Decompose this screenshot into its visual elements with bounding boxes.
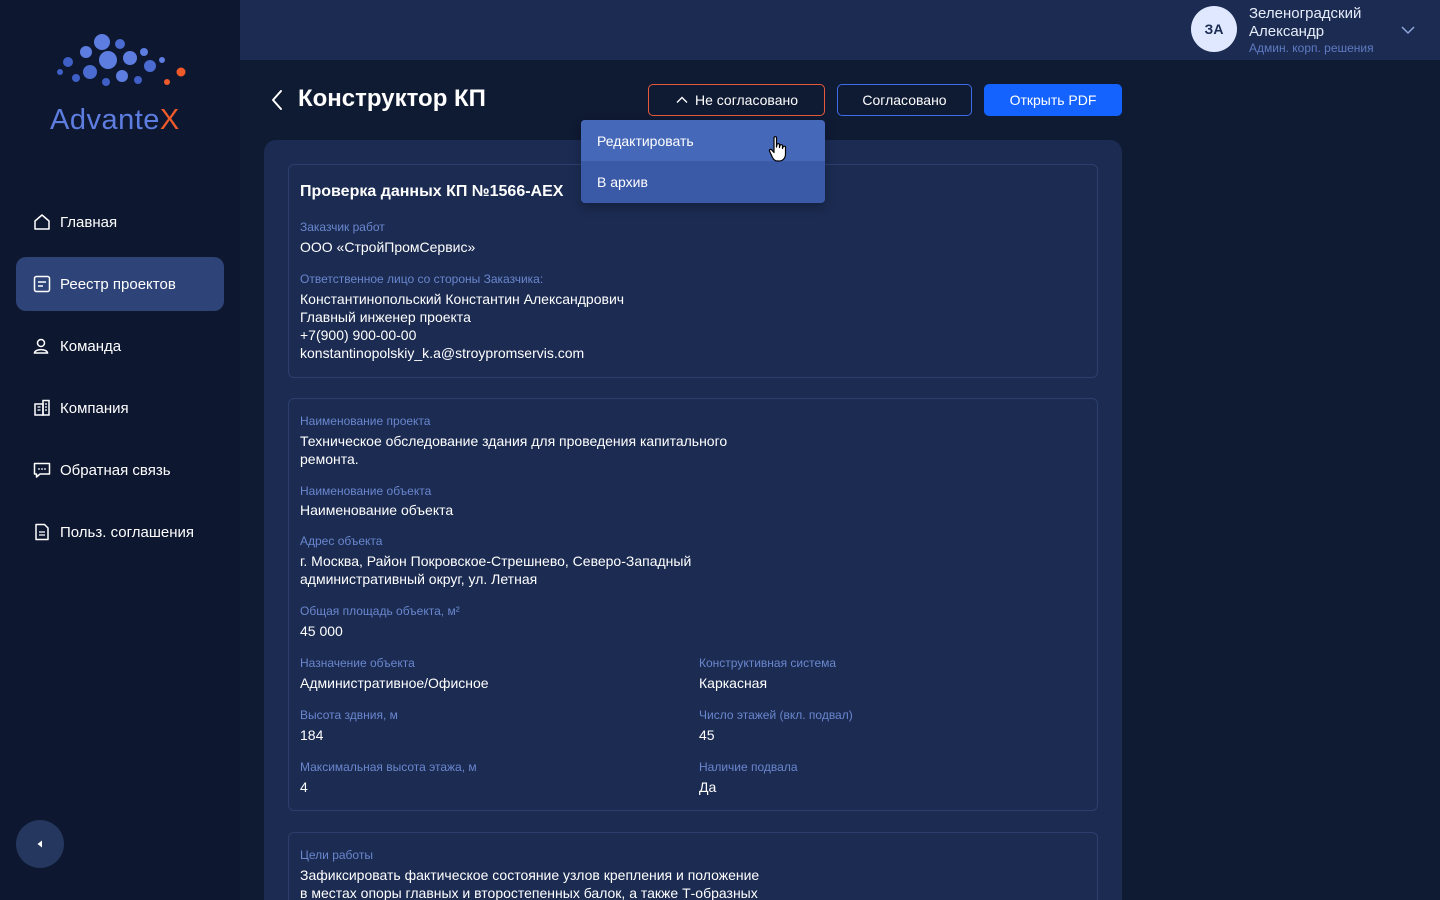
sidebar-item-label: Польз. соглашения: [60, 523, 194, 541]
sidebar-collapse-button[interactable]: [16, 820, 64, 868]
projects-registry-icon: [32, 274, 52, 294]
area-label: Общая площадь объекта, м²: [300, 604, 460, 618]
sidebar-item-team[interactable]: Команда: [16, 319, 224, 373]
goals-line: в местах опоры главных и второстепенных …: [300, 885, 758, 900]
goals-line: Зафиксировать фактическое состояние узло…: [300, 867, 760, 883]
goals-label: Цели работы: [300, 848, 373, 862]
chevron-down-icon[interactable]: [1400, 22, 1416, 38]
back-arrow-icon[interactable]: [268, 88, 288, 112]
project-name-line: ремонта.: [300, 451, 359, 467]
hand-pointer-cursor-icon: [768, 135, 790, 163]
project-name-line: Техническое обследование здания для пров…: [300, 433, 728, 449]
work-goals-card: Цели работы Зафиксировать фактическое со…: [288, 832, 1098, 900]
user-name: Зеленоградский Александр: [1249, 5, 1362, 40]
document-icon: [32, 522, 52, 542]
team-icon: [32, 336, 52, 356]
card-title: Проверка данных КП №1566-AEX: [300, 183, 564, 200]
sidebar-item-projects-registry[interactable]: Реестр проектов: [16, 257, 224, 311]
area-value: 45 000: [300, 623, 343, 639]
basement-label: Наличие подвала: [699, 760, 798, 774]
floors-value: 45: [699, 727, 715, 743]
sidebar-item-label: Команда: [60, 337, 122, 355]
address-line: г. Москва, Район Покровское-Стрешнево, С…: [300, 553, 692, 569]
menu-item-archive[interactable]: В архив: [581, 161, 825, 202]
sidebar: AdvanteX Главная Реестр проектов Команда…: [0, 0, 240, 900]
logo-text: AdvanteX: [50, 104, 180, 136]
feedback-chat-icon: [32, 460, 52, 480]
object-name-value: Наименование объекта: [300, 502, 454, 518]
sidebar-item-label: Обратная связь: [60, 461, 171, 479]
contact-phone: +7(900) 900-00-00: [300, 327, 417, 343]
contact-label: Ответственное лицо со стороны Заказчика:: [300, 272, 544, 286]
floors-label: Число этажей (вкл. подвал): [699, 708, 853, 722]
purpose-label: Назначение объекта: [300, 656, 415, 670]
agreed-button[interactable]: Согласовано: [837, 84, 972, 116]
avatar[interactable]: ЗА: [1191, 6, 1237, 52]
sidebar-item-label: Реестр проектов: [60, 275, 176, 293]
project-info-card: Наименование проекта Техническое обследо…: [288, 398, 1098, 811]
address-line: административный округ, ул. Летная: [300, 571, 538, 587]
customer-label: Заказчик работ: [300, 220, 385, 234]
height-label: Высота здвния, м: [300, 708, 398, 722]
logo-molecule-icon: [57, 34, 186, 86]
sidebar-nav: Главная Реестр проектов Команда Компания…: [16, 195, 224, 567]
height-value: 184: [300, 727, 324, 743]
address-label: Адрес объекта: [300, 534, 383, 548]
sidebar-item-label: Главная: [60, 213, 118, 231]
structure-value: Каркасная: [699, 675, 768, 691]
collapse-arrow-icon: [37, 840, 42, 848]
contact-name: Константинопольский Константин Александр…: [300, 291, 625, 307]
sidebar-item-feedback[interactable]: Обратная связь: [16, 443, 224, 497]
sidebar-item-agreements[interactable]: Польз. соглашения: [16, 505, 224, 559]
customer-value: ООО «СтройПромСервис»: [300, 239, 476, 255]
object-name-label: Наименование объекта: [300, 484, 432, 498]
company-building-icon: [32, 398, 52, 418]
page-title: Конструктор КП: [298, 85, 486, 112]
purpose-value: Административное/Офисное: [300, 675, 489, 691]
project-name-label: Наименование проекта: [300, 414, 431, 428]
user-role: Админ. корп. решения: [1249, 41, 1374, 55]
sidebar-item-company[interactable]: Компания: [16, 381, 224, 435]
structure-label: Конструктивная система: [699, 656, 837, 670]
max-floor-height-label: Максимальная высота этажа, м: [300, 760, 477, 774]
contact-position: Главный инженер проекта: [300, 309, 471, 325]
basement-value: Да: [699, 779, 717, 795]
chevron-up-icon: [676, 96, 688, 103]
status-not-agreed-button[interactable]: Не согласовано: [648, 84, 825, 116]
sidebar-item-home[interactable]: Главная: [16, 195, 224, 249]
open-pdf-button[interactable]: Открыть PDF: [984, 84, 1122, 116]
advantex-logo[interactable]: AdvanteX: [50, 32, 190, 136]
contact-email: konstantinopolskiy_k.a@stroypromservis.c…: [300, 345, 585, 361]
top-bar: ЗА Зеленоградский Александр Админ. корп.…: [240, 0, 1440, 60]
max-floor-height-value: 4: [300, 779, 308, 795]
sidebar-item-label: Компания: [60, 399, 129, 417]
home-icon: [32, 212, 52, 232]
